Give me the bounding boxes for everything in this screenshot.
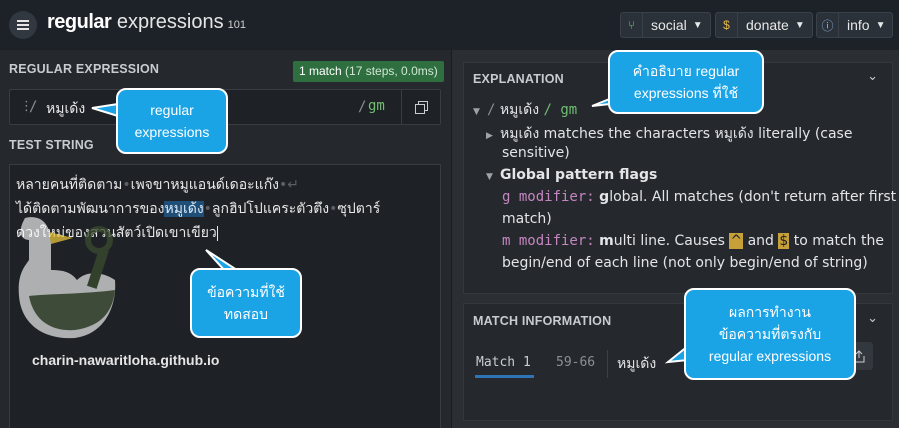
explanation-item-text-2: sensitive) [502, 145, 570, 161]
chevron-down-icon: ▼ [692, 19, 703, 31]
space-marker: • [203, 201, 212, 217]
root-pattern: หมูเด้ง [499, 102, 540, 118]
callout-result-line2: ข้อความที่ตรงกับ [718, 326, 822, 342]
space-marker: • [122, 177, 131, 193]
collapse-chevron-icon[interactable]: ⌄ [867, 69, 878, 84]
m-text-3: begin/end of each line (not only begin/e… [502, 255, 868, 271]
donate-label: donate [746, 17, 789, 33]
donate-button[interactable]: $ donate ▼ [715, 12, 813, 38]
copy-icon[interactable] [401, 90, 441, 124]
brand-sub: 101 [227, 19, 246, 31]
collapsed-triangle-icon: ▶ [486, 131, 493, 141]
social-label: social [651, 17, 687, 33]
share-icon: ⑂ [621, 13, 643, 37]
chevron-down-icon: ▼ [794, 19, 805, 31]
social-button[interactable]: ⑂ social ▼ [620, 12, 711, 38]
watermark-text: charin-nawaritloha.github.io [32, 352, 220, 368]
app-logo[interactable]: regular expressions 101 [47, 11, 246, 34]
callout-result: ผลการทำงาน ข้อความที่ตรงกับ regular expr… [684, 288, 856, 380]
duck-logo-icon [18, 217, 116, 339]
m-and: and [747, 233, 774, 249]
brand-bold: regular [47, 11, 112, 33]
regex-section-title: REGULAR EXPRESSION [9, 62, 160, 76]
match-detail: (17 steps, 0.0ms) [345, 64, 438, 78]
flags-title: Global pattern flags [500, 167, 658, 183]
callout-explain-line2: expressions ที่ใช้ [633, 85, 739, 101]
g-text-2: match) [502, 211, 552, 227]
test-line-1: หลายคนที่ติดตาม [16, 177, 123, 193]
match-count-badge: 1 match (17 steps, 0.0ms) [293, 61, 444, 82]
callout-explanation: คำอธิบาย regular expressions ที่ใช้ [608, 50, 764, 114]
match-highlight: หมูเด้ง [164, 201, 204, 217]
root-delimiter: / [487, 102, 496, 118]
callout-explain-line1: คำอธิบาย regular [632, 63, 740, 79]
m-modifier-line: m modifier: multi line. Causes ^ and $ t… [502, 233, 884, 249]
test-line-2b: ลูกฮิปโปแคระตัวตึง [211, 201, 330, 217]
explanation-root[interactable]: ▼ / หมูเด้ง / gm [473, 99, 577, 121]
callout-regex-line1: regular [150, 102, 194, 118]
m-modifier: m modifier: [502, 233, 595, 249]
m-text-1: ulti line. Causes [613, 233, 725, 249]
regex-flags[interactable]: gm [368, 98, 385, 114]
brand-rest: expressions [116, 11, 224, 33]
test-line-2c: ซุปตาร์ [337, 201, 381, 217]
test-section-title: TEST STRING [9, 138, 94, 152]
menu-icon[interactable] [9, 11, 37, 39]
dollar-token: $ [778, 233, 790, 249]
callout-result-line3: regular expressions [708, 348, 832, 364]
explanation-title: EXPLANATION [473, 72, 564, 86]
info-icon: ⓘ [817, 13, 839, 37]
m-text-2: to match the [793, 233, 884, 249]
divider [607, 350, 608, 378]
regex-pattern[interactable]: หมูเด้ง [46, 98, 85, 120]
expand-triangle-icon: ▼ [486, 172, 493, 182]
match-count: 1 match [299, 64, 342, 78]
info-button[interactable]: ⓘ info ▼ [816, 12, 894, 38]
flags-group[interactable]: ▼ Global pattern flags [486, 167, 657, 183]
g-bold: g [599, 189, 610, 205]
match-range: 59-66 [556, 355, 596, 370]
regex-delimiter-open: / [29, 99, 38, 115]
match-1-label[interactable]: Match 1 [475, 355, 534, 378]
callout-regex: regular expressions [116, 88, 228, 154]
callout-test-line1: ข้อความที่ใช้ [207, 284, 285, 300]
expand-triangle-icon: ▼ [473, 107, 480, 117]
root-flags: / gm [543, 102, 578, 118]
regex-delimiter-close: / [358, 99, 367, 115]
callout-regex-line2: expressions [134, 124, 210, 140]
info-label: info [847, 17, 870, 33]
explanation-item[interactable]: ▶ หมูเด้ง matches the characters หมูเด้ง … [486, 123, 852, 145]
g-modifier: g modifier: [502, 189, 595, 205]
g-modifier-line: g modifier: global. All matches (don't r… [502, 189, 896, 205]
chevron-down-icon: ▼ [875, 19, 886, 31]
test-line-1b: เพจขาหมูแอนด์เดอะแก๊ง [130, 177, 280, 193]
g-text: lobal. All matches (don't return after f… [609, 189, 897, 205]
newline-marker: ↵ [287, 177, 300, 193]
callout-test-string: ข้อความที่ใช้ ทดสอบ [190, 268, 302, 338]
match-value[interactable]: หมูเด้ง [617, 353, 656, 375]
top-bar: regular expressions 101 ⑂ social ▼ $ dona… [0, 0, 899, 50]
match-info-title: MATCH INFORMATION [473, 314, 612, 328]
caret-token: ^ [729, 233, 744, 249]
callout-test-line2: ทดสอบ [223, 306, 269, 322]
m-bold: m [599, 233, 614, 249]
collapse-chevron-icon[interactable]: ⌄ [867, 311, 878, 326]
dollar-icon: $ [716, 13, 738, 37]
text-caret [216, 225, 218, 241]
explanation-item-text: หมูเด้ง matches the characters หมูเด้ง l… [500, 126, 853, 142]
callout-result-line1: ผลการทำงาน [729, 304, 811, 320]
